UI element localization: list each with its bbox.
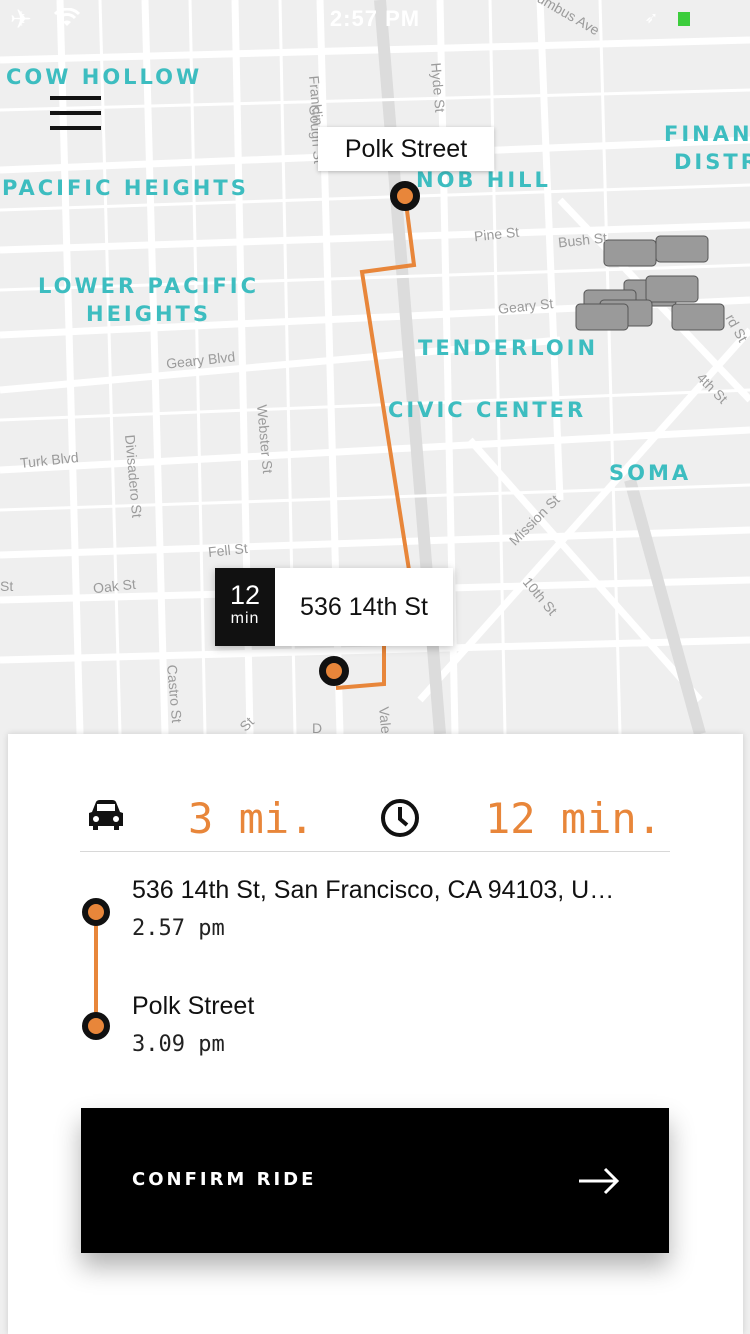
eta-number: 12 <box>229 580 261 610</box>
dropoff-pin-label[interactable]: 12 min 536 14th St <box>215 568 453 646</box>
district-label: FINAN <box>664 122 750 146</box>
nearby-cars <box>575 235 725 331</box>
district-label: LOWER PACIFIC <box>38 274 259 298</box>
origin-time: 2.57 pm <box>132 916 225 941</box>
confirm-ride-button[interactable]: CONFIRM RIDE <box>81 1108 669 1253</box>
district-label: PACIFIC HEIGHTS <box>2 176 249 200</box>
battery-icon <box>678 12 690 26</box>
trip-duration: 12 min. <box>485 794 663 843</box>
dropoff-pin-icon <box>319 656 349 686</box>
route-connector <box>94 912 98 1024</box>
district-label: HEIGHTS <box>86 302 211 326</box>
street-label: St <box>0 578 14 594</box>
district-label: COW HOLLOW <box>6 65 203 89</box>
eta-unit: min <box>230 610 260 627</box>
trip-summary: 3 mi. 12 min. <box>80 774 670 852</box>
destination-address: Polk Street <box>132 992 255 1020</box>
eta-badge: 12 min <box>215 568 275 646</box>
arrow-right-icon <box>579 1167 620 1195</box>
street-label: Vale <box>376 706 395 735</box>
district-label: TENDERLOIN <box>418 336 599 360</box>
district-label: CIVIC CENTER <box>388 398 587 422</box>
destination-time: 3.09 pm <box>132 1032 225 1057</box>
ride-summary-sheet: 3 mi. 12 min. 536 14th St, San Francisco… <box>8 734 743 1334</box>
menu-button[interactable] <box>50 96 101 134</box>
origin-address: 536 14th St, San Francisco, CA 94103, U… <box>132 876 615 904</box>
location-arrow-icon: ➶ <box>644 10 658 27</box>
trip-distance: 3 mi. <box>188 794 315 843</box>
status-time: 2:57 PM <box>329 6 421 31</box>
menu-icon <box>50 96 101 100</box>
origin-dot-icon <box>82 898 110 926</box>
status-bar: ✈ 2:57 PM ➶ <box>0 0 750 40</box>
pickup-pin-icon <box>390 181 420 211</box>
district-label: SOMA <box>609 461 692 485</box>
menu-icon-bar <box>50 111 101 115</box>
dropoff-address: 536 14th St <box>300 592 428 621</box>
confirm-ride-label: CONFIRM RIDE <box>132 1169 317 1190</box>
pickup-pin-label[interactable]: Polk Street <box>318 127 494 171</box>
district-label: DISTR <box>674 150 750 174</box>
menu-icon-bar <box>50 126 101 130</box>
car-icon <box>89 800 123 830</box>
destination-dot-icon <box>82 1012 110 1040</box>
clock-icon <box>381 799 419 837</box>
